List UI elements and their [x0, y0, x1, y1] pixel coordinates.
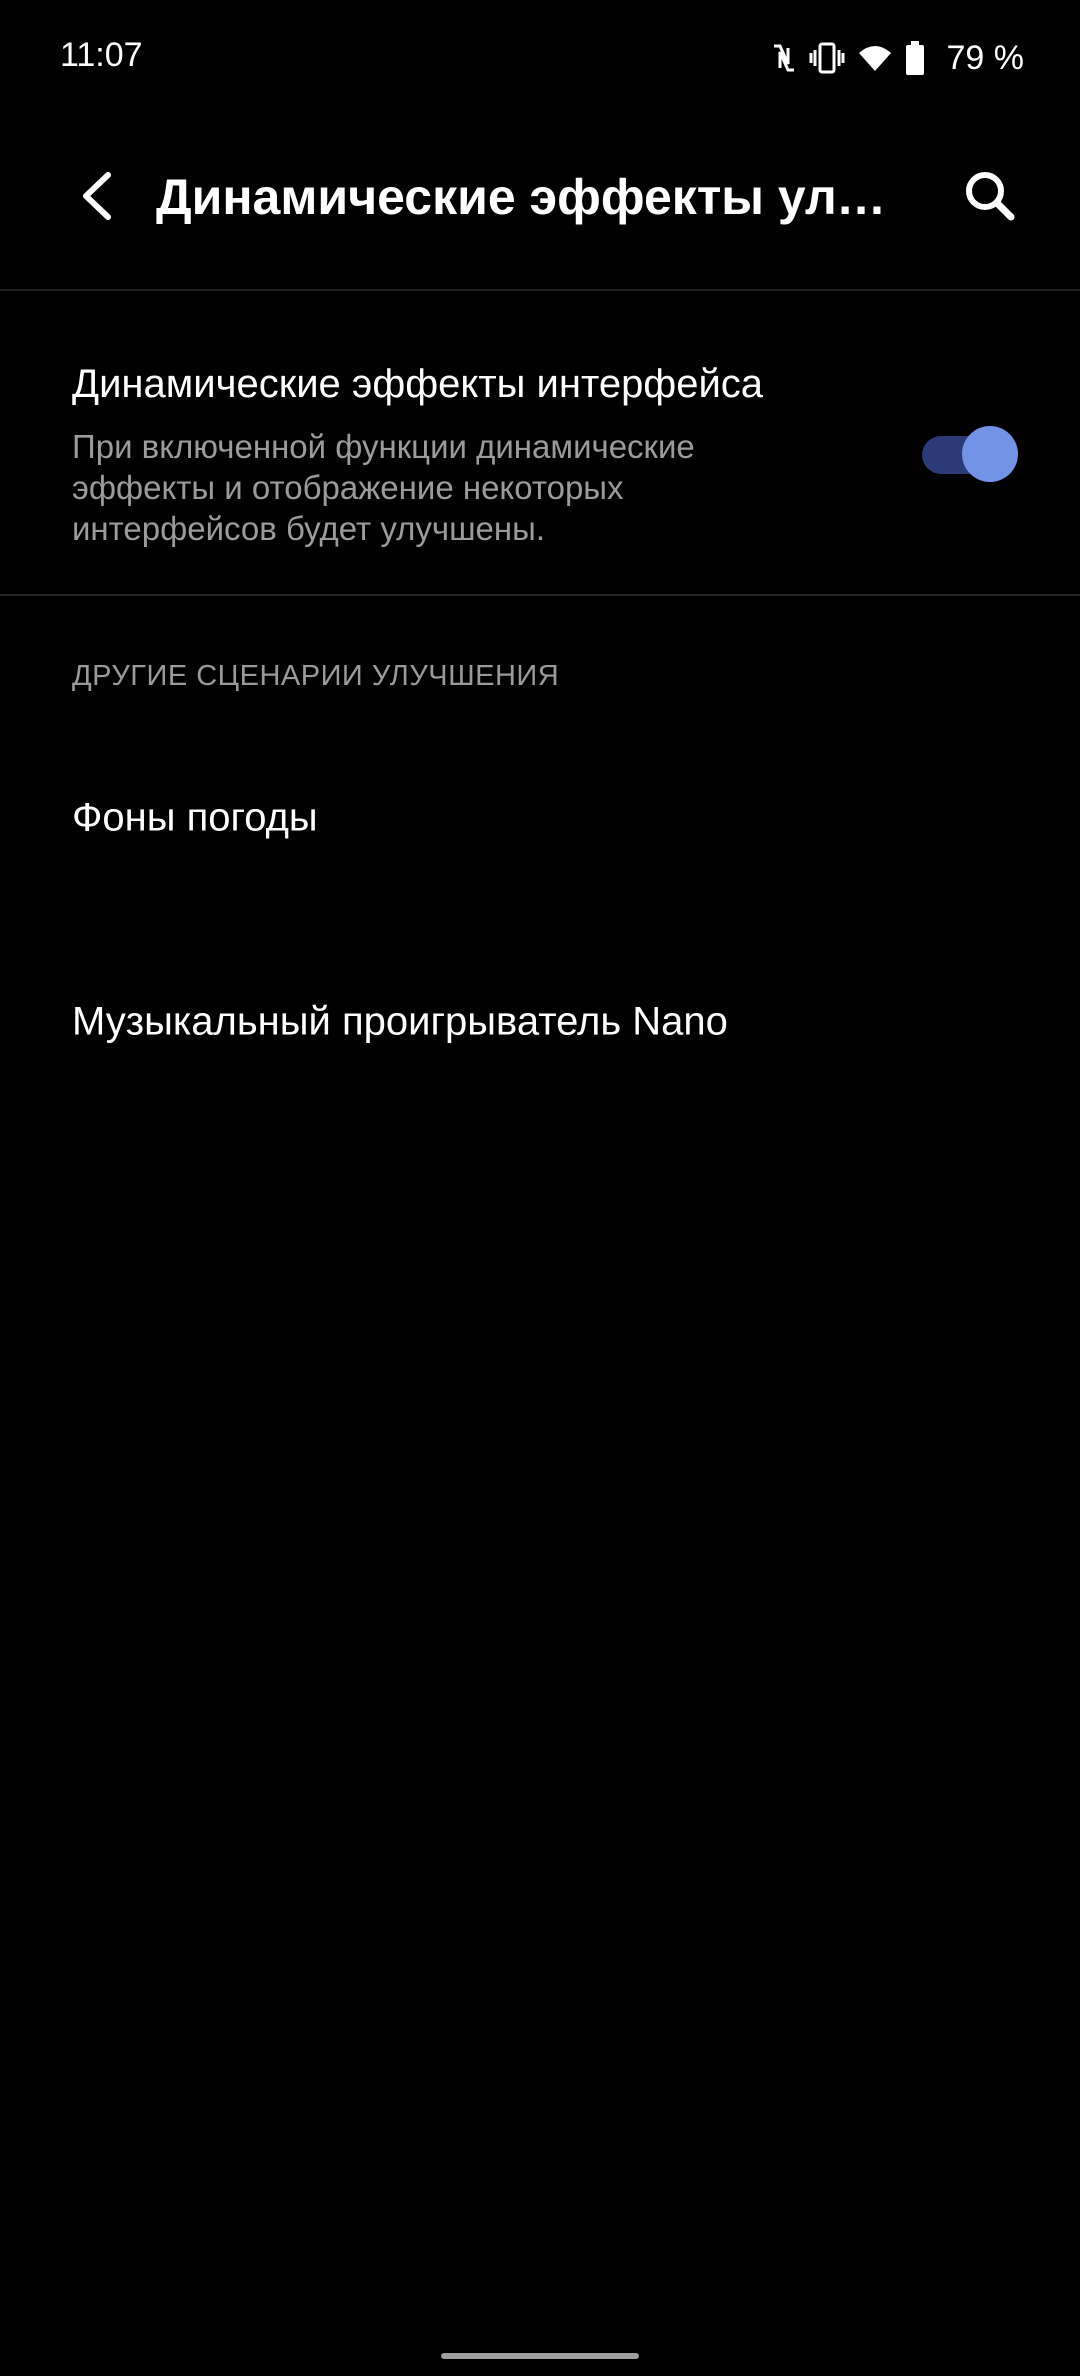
list-item-label: Музыкальный проигрыватель Nano: [72, 999, 728, 1044]
list-item-nano-music-player[interactable]: Музыкальный проигрыватель Nano: [0, 942, 1080, 1102]
setting-title: Динамические эффекты интерфейса: [72, 362, 764, 406]
app-bar-divider: [0, 289, 1080, 291]
search-icon: [966, 172, 1015, 221]
status-bar: 11:07 79 %: [0, 0, 1080, 118]
dynamic-effects-setting[interactable]: Динамические эффекты интерфейса При вклю…: [0, 292, 1080, 592]
back-button[interactable]: [60, 158, 136, 234]
toggle-thumb: [962, 426, 1018, 482]
vibrate-icon: [809, 42, 845, 74]
battery-percent: 79 %: [946, 38, 1025, 77]
section-header: ДРУГИЕ СЦЕНАРИИ УЛУЧШЕНИЯ: [72, 660, 560, 692]
chevron-left-icon: [83, 172, 111, 220]
status-icons: 79 %: [771, 36, 1025, 80]
list-item-weather-backgrounds[interactable]: Фоны погоды: [0, 738, 1080, 898]
status-time: 11:07: [60, 36, 143, 74]
list-item-label: Фоны погоды: [72, 795, 318, 840]
section-divider: [0, 594, 1080, 596]
search-button[interactable]: [952, 158, 1028, 234]
wifi-icon: [857, 43, 893, 73]
setting-summary: При включенной функции динамические эффе…: [72, 428, 695, 547]
app-bar: Динамические эффекты улучшения: [0, 118, 1080, 290]
dynamic-effects-toggle[interactable]: [922, 426, 1018, 482]
page-title: Динамические эффекты улучшения: [156, 169, 896, 225]
navigation-handle[interactable]: [441, 2353, 639, 2359]
nfc-icon: [771, 42, 797, 74]
battery-icon: [905, 41, 925, 75]
